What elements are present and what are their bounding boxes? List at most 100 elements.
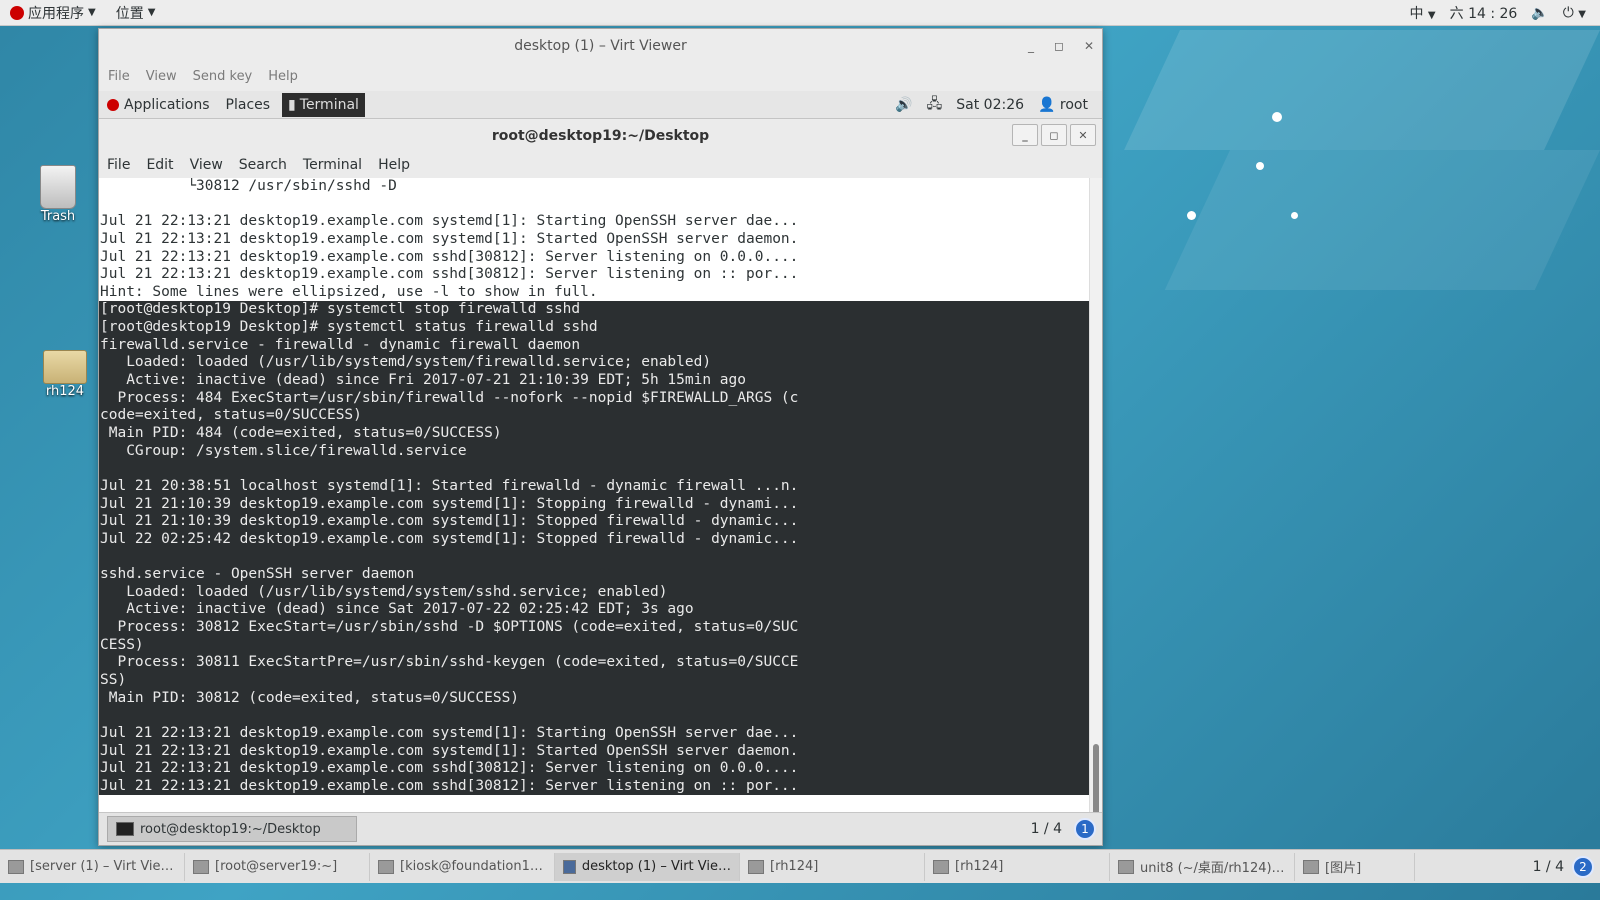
terminal-line: └30812 /usr/sbin/sshd -D <box>100 178 397 194</box>
terminal-line <box>99 707 1089 725</box>
desktop-decoration-dot <box>1272 112 1282 122</box>
terminal-line: Jul 21 22:13:21 desktop19.example.com sy… <box>99 742 1089 761</box>
redhat-icon <box>10 5 24 20</box>
guest-places-label: Places <box>225 96 271 113</box>
guest-applications-label: Applications <box>124 96 210 113</box>
desktop-folder-rh124[interactable]: rh124 <box>30 350 100 399</box>
host-applications-label: 应用程序 <box>28 5 84 22</box>
terminal-line: Jul 21 22:13:21 desktop19.example.com sy… <box>100 213 799 230</box>
guest-terminal-tab[interactable]: ▮ Terminal <box>282 92 365 117</box>
guest-top-bar: Applications Places ▮ Terminal 🔊 🖧 Sat 0… <box>99 91 1102 119</box>
terminal-line: [root@desktop19 Desktop]# systemctl stop… <box>99 301 1089 320</box>
terminal-menu-file[interactable]: File <box>107 157 130 173</box>
host-task-server-virt-viewer[interactable]: [server (1) – Virt Vie… <box>0 852 185 881</box>
maximize-icon[interactable]: ◻ <box>1054 39 1064 53</box>
terminal-menu-search[interactable]: Search <box>239 157 287 173</box>
guest-applications-menu[interactable]: Applications <box>99 97 218 113</box>
terminal-line: Loaded: loaded (/usr/lib/systemd/system/… <box>99 583 1089 602</box>
host-task-rh124[interactable]: [rh124] <box>740 852 925 881</box>
terminal-line: Process: 30812 ExecStart=/usr/sbin/sshd … <box>99 619 1089 637</box>
desktop-trash[interactable]: Trash <box>23 165 93 224</box>
volume-icon[interactable]: 🔈 <box>1531 5 1548 21</box>
menu-view[interactable]: View <box>146 69 177 84</box>
terminal-output[interactable]: └30812 /usr/sbin/sshd -D Jul 21 22:13:21 … <box>99 178 1089 824</box>
virt-viewer-titlebar[interactable]: desktop (1) – Virt Viewer _ ◻ ✕ <box>99 29 1102 63</box>
menu-send-key[interactable]: Send key <box>193 69 253 84</box>
host-workspace-pager[interactable]: 1 / 4 <box>1533 859 1572 875</box>
menu-help[interactable]: Help <box>268 69 298 84</box>
guest-workspace-pager[interactable]: 1 / 4 <box>1031 821 1074 837</box>
desktop-decoration <box>1124 30 1600 150</box>
volume-icon[interactable]: 🔊 <box>895 97 912 113</box>
terminal-icon <box>116 822 134 836</box>
power-icon[interactable]: ⏻ ▼ <box>1563 5 1586 21</box>
guest-workspace-badge[interactable]: 1 <box>1074 818 1096 840</box>
window-icon <box>563 859 576 874</box>
host-task-label: [server (1) – Virt Vie… <box>30 859 174 874</box>
redhat-icon <box>107 98 119 111</box>
trash-icon <box>40 165 76 209</box>
desktop-decoration-dot <box>1187 211 1196 220</box>
text-editor-icon <box>1118 859 1134 874</box>
terminal-line <box>99 548 1089 567</box>
host-places-menu[interactable]: 位置 ▼ <box>106 3 166 23</box>
guest-taskbar-item[interactable]: root@desktop19:~/Desktop <box>107 816 357 842</box>
terminal-line: code=exited, status=0/SUCCESS) <box>99 407 1089 425</box>
folder-icon <box>748 859 764 874</box>
terminal-icon <box>193 859 209 874</box>
chevron-down-icon: ▼ <box>1578 8 1586 20</box>
host-task-rh124[interactable]: [rh124] <box>925 852 1110 881</box>
terminal-scrollbar[interactable] <box>1089 178 1102 824</box>
host-task-unit8[interactable]: unit8 (~/桌面/rh124)… <box>1110 852 1295 881</box>
terminal-menu-view[interactable]: View <box>190 157 223 173</box>
terminal-minimize-button[interactable]: _ <box>1012 124 1038 146</box>
host-applications-menu[interactable]: 应用程序 ▼ <box>0 3 106 23</box>
folder-label: rh124 <box>45 384 85 399</box>
input-method-indicator[interactable]: 中 ▼ <box>1409 3 1435 23</box>
guest-places-menu[interactable]: Places <box>218 97 279 113</box>
desktop-decoration-dot <box>1256 162 1264 170</box>
terminal-titlebar[interactable]: root@desktop19:~/Desktop _ ◻ ✕ <box>99 120 1102 152</box>
host-top-bar: 应用程序 ▼ 位置 ▼ 中 ▼ 六 14 : 26 🔈 ⏻ ▼ <box>0 0 1600 26</box>
terminal-line: Hint: Some lines were ellipsized, use -l… <box>100 283 598 300</box>
terminal-line: Jul 21 22:13:21 desktop19.example.com ss… <box>99 760 1089 778</box>
terminal-menu-help[interactable]: Help <box>378 157 410 173</box>
terminal-maximize-button[interactable]: ◻ <box>1041 124 1067 146</box>
terminal-line: Jul 22 02:25:42 desktop19.example.com sy… <box>99 530 1089 549</box>
host-task-label: [kiosk@foundation1… <box>400 859 543 874</box>
window-icon <box>8 859 24 874</box>
guest-user-label: root <box>1059 96 1088 113</box>
host-task-desktop-virt-viewer[interactable]: desktop (1) – Virt Vie… <box>555 852 740 881</box>
terminal-icon: ▮ <box>288 96 296 113</box>
terminal-menubar: File Edit View Search Terminal Help <box>99 152 1102 178</box>
guest-clock[interactable]: Sat 02:26 <box>956 97 1024 113</box>
terminal-menu-terminal[interactable]: Terminal <box>303 157 362 173</box>
minimize-icon[interactable]: _ <box>1028 39 1034 53</box>
terminal-line: Process: 484 ExecStart=/usr/sbin/firewal… <box>99 389 1089 408</box>
terminal-menu-edit[interactable]: Edit <box>146 157 173 173</box>
trash-label: Trash <box>40 209 76 224</box>
host-task-root-server19[interactable]: [root@server19:~] <box>185 852 370 881</box>
terminal-line: Jul 21 22:13:21 desktop19.example.com ss… <box>99 777 1089 796</box>
folder-icon <box>1303 859 1319 874</box>
terminal-line: Jul 21 22:13:21 desktop19.example.com sy… <box>100 230 799 247</box>
network-icon[interactable]: 🖧 <box>927 93 943 117</box>
close-icon[interactable]: ✕ <box>1084 39 1094 53</box>
scrollbar-thumb[interactable] <box>1093 744 1099 822</box>
host-clock[interactable]: 六 14 : 26 <box>1450 3 1518 23</box>
virt-viewer-title: desktop (1) – Virt Viewer <box>514 38 687 54</box>
menu-file[interactable]: File <box>108 69 130 84</box>
terminal-line: Loaded: loaded (/usr/lib/systemd/system/… <box>99 354 1089 373</box>
guest-user-menu[interactable]: 👤 root <box>1038 97 1088 113</box>
folder-icon <box>43 350 87 384</box>
terminal-line: Jul 21 20:38:51 localhost systemd[1]: St… <box>99 477 1089 496</box>
host-task-label: [图片] <box>1325 861 1362 876</box>
host-task-pictures[interactable]: [图片] <box>1295 852 1415 881</box>
host-workspace-badge[interactable]: 2 <box>1572 855 1594 878</box>
host-task-label: [rh124] <box>770 859 819 874</box>
host-task-kiosk-foundation[interactable]: [kiosk@foundation1… <box>370 852 555 881</box>
terminal-line: Main PID: 30812 (code=exited, status=0/S… <box>99 689 1089 708</box>
terminal-close-button[interactable]: ✕ <box>1070 124 1096 146</box>
host-task-label: [root@server19:~] <box>215 859 338 874</box>
terminal-line: Process: 30811 ExecStartPre=/usr/sbin/ss… <box>99 654 1089 672</box>
